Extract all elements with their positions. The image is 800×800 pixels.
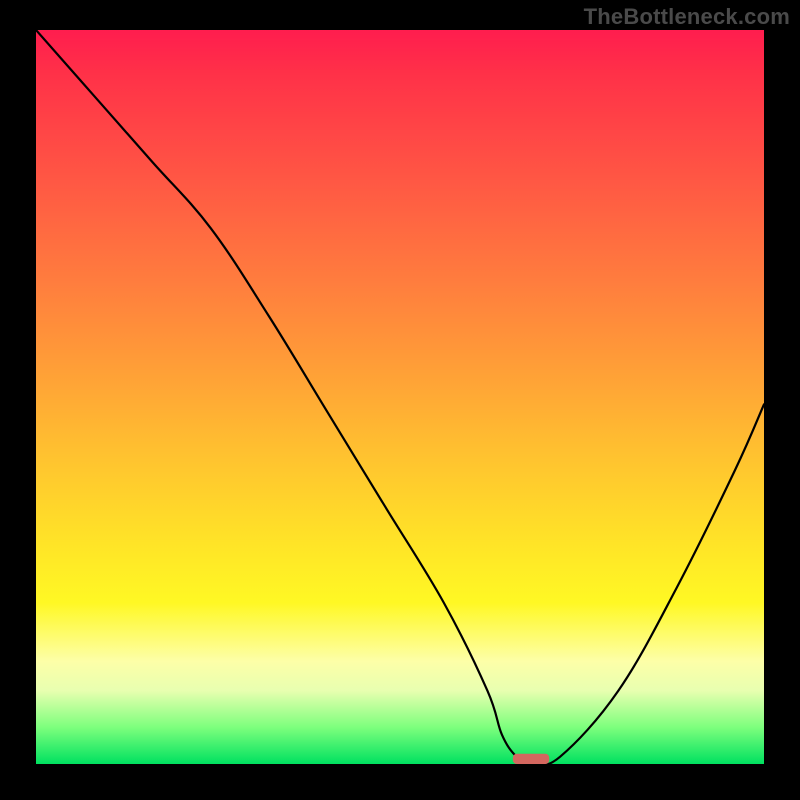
watermark-text: TheBottleneck.com bbox=[584, 4, 790, 30]
minimum-marker bbox=[513, 754, 549, 764]
chart-frame: TheBottleneck.com bbox=[0, 0, 800, 800]
bottleneck-curve-path bbox=[36, 30, 764, 764]
bottleneck-curve-svg bbox=[36, 30, 764, 764]
